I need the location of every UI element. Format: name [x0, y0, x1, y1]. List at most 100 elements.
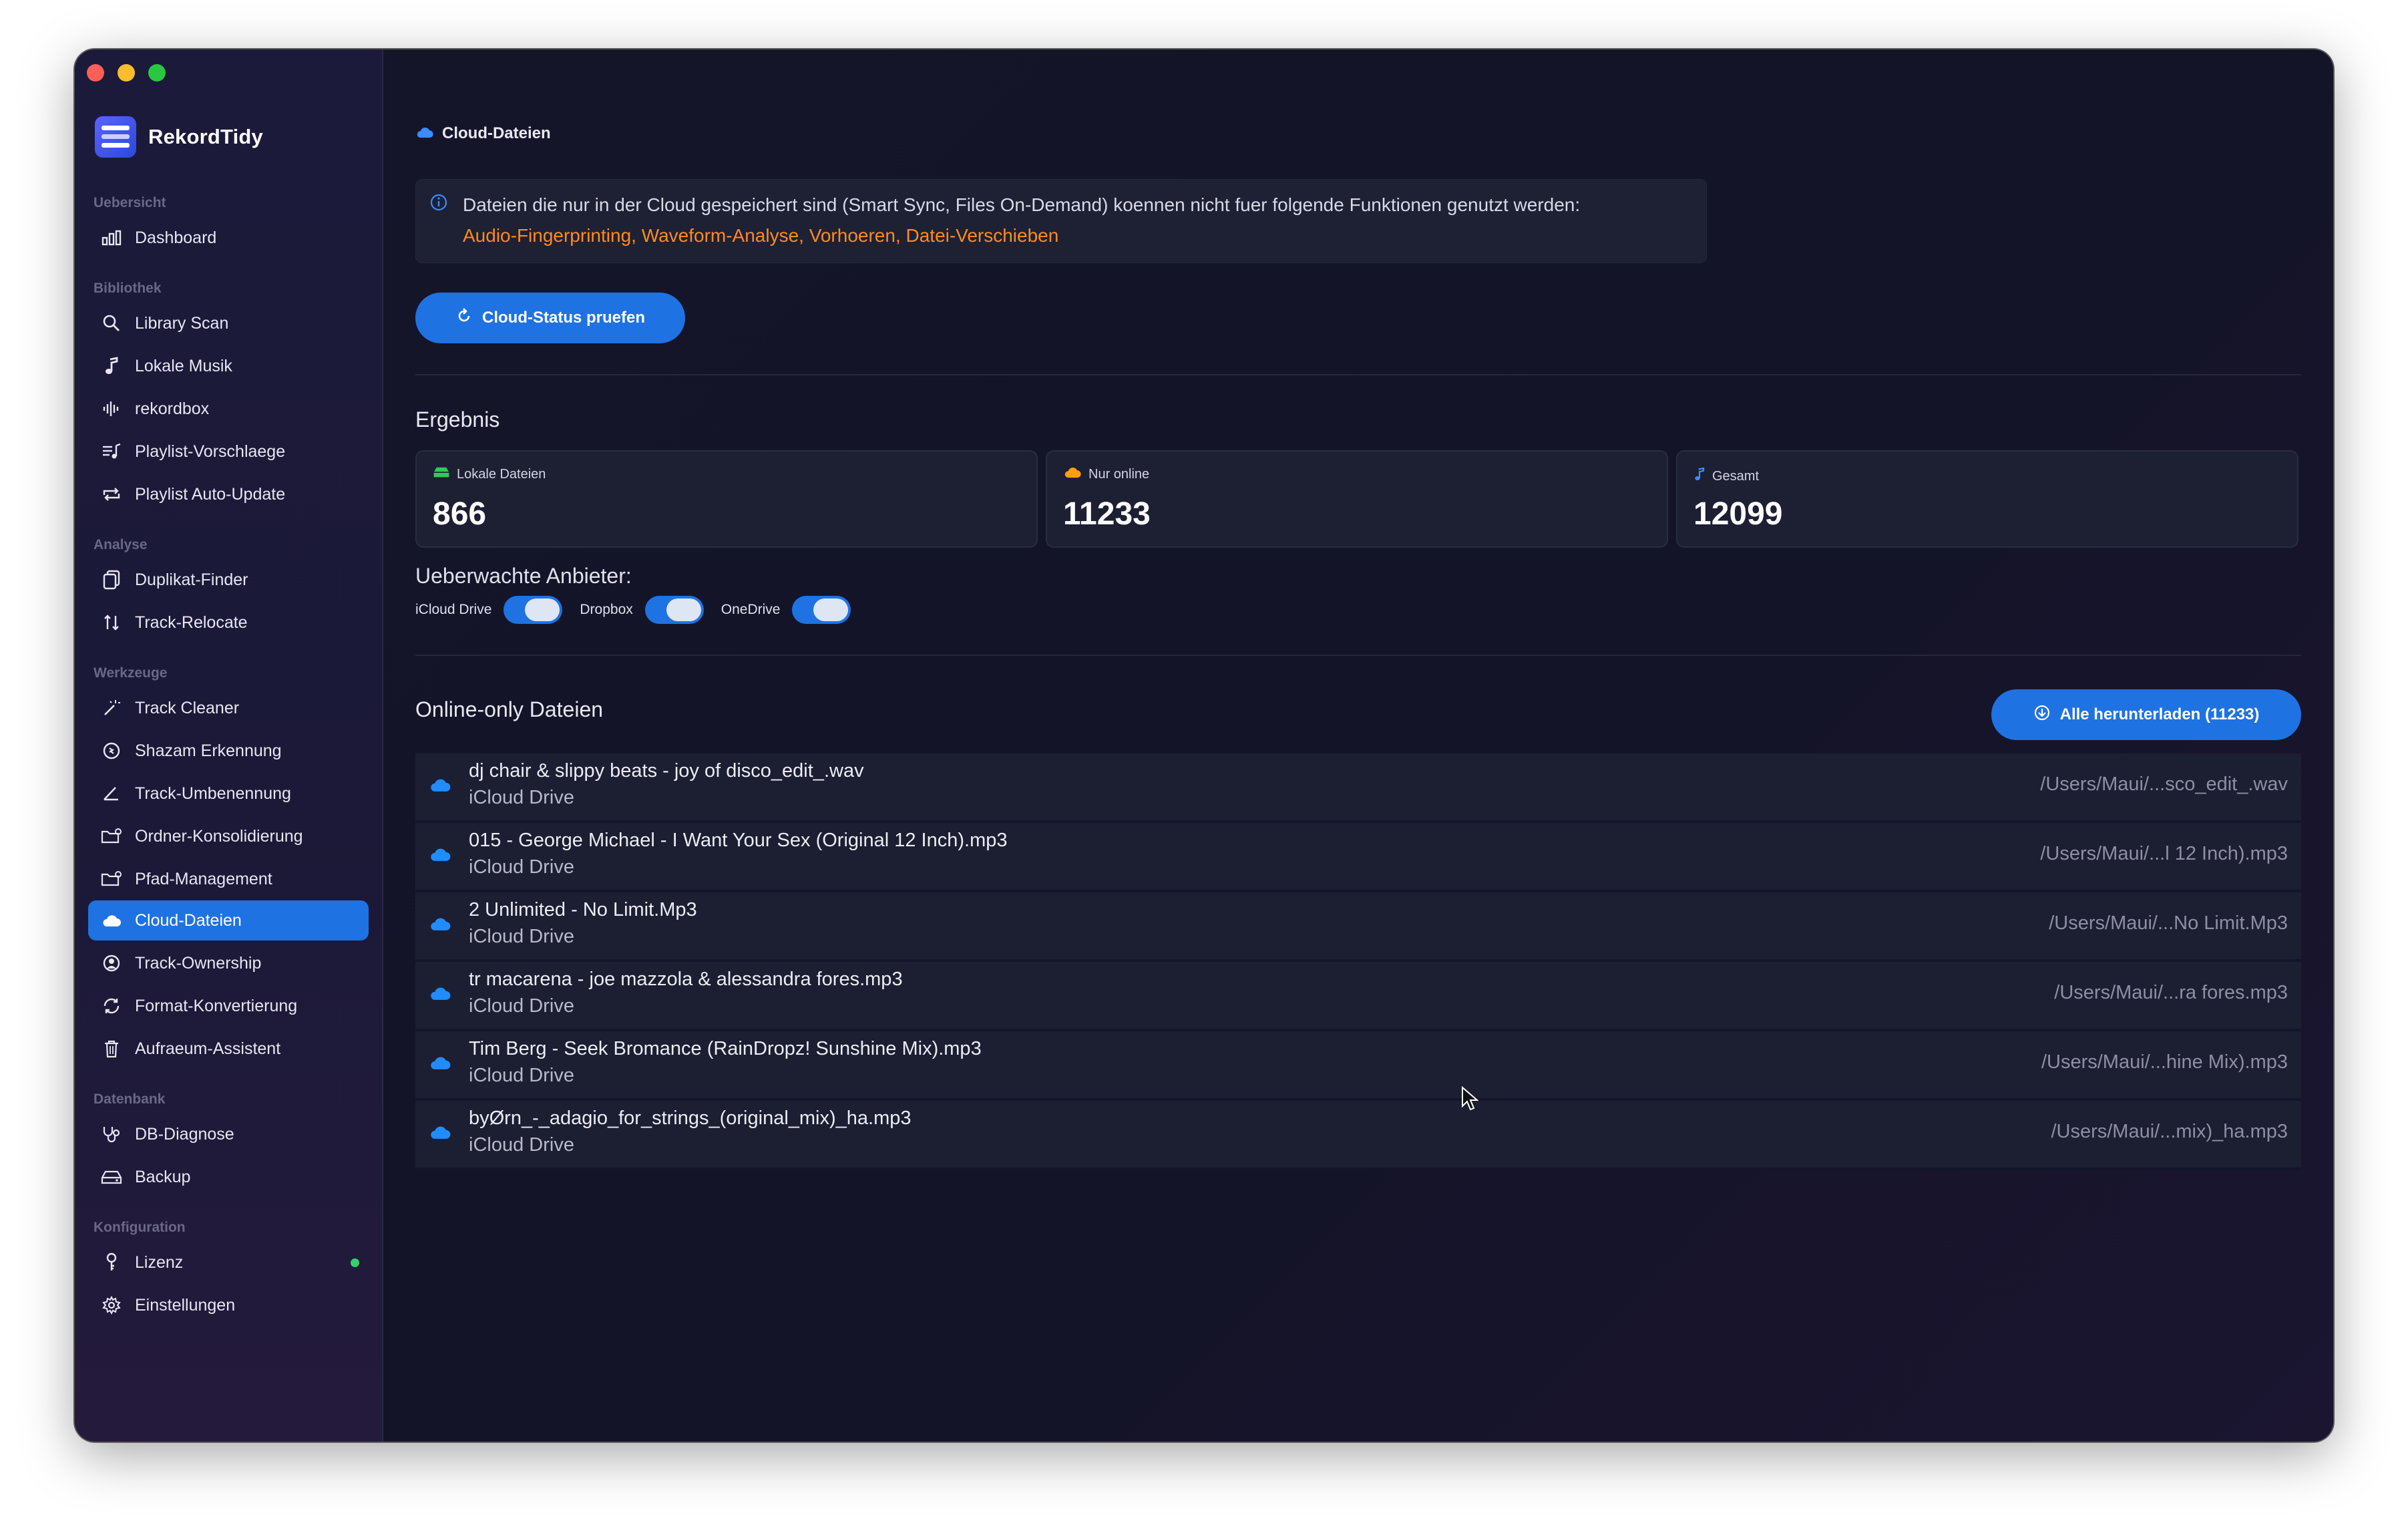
sidebar-item-label: Cloud-Dateien [135, 910, 242, 930]
file-path: /Users/Maui/...sco_edit_.wav [2040, 774, 2288, 795]
person-circle-icon [100, 952, 123, 975]
pencil-angle-icon [100, 782, 123, 805]
cloud-icon [415, 124, 434, 143]
sidebar-item-label: Duplikat-Finder [135, 570, 248, 589]
stat-value: 12099 [1693, 496, 1783, 532]
file-path: /Users/Maui/...mix)_ha.mp3 [2051, 1121, 2288, 1142]
file-provider: iCloud Drive [469, 995, 574, 1017]
sidebar-item-duplikat-finder[interactable]: Duplikat-Finder [88, 560, 369, 600]
magnifier-icon [100, 312, 123, 335]
drive-icon [100, 1166, 123, 1188]
file-path: /Users/Maui/...hine Mix).mp3 [2041, 1051, 2288, 1073]
sidebar-item-ordner-konsolidierung[interactable]: Ordner-Konsolidierung [88, 816, 369, 856]
cloud-icon [429, 1055, 451, 1073]
sidebar-item-format-konvertierung[interactable]: Format-Konvertierung [88, 986, 369, 1026]
sidebar-item-track-umbenennung[interactable]: Track-Umbenennung [88, 774, 369, 814]
sidebar-item-label: Library Scan [135, 313, 229, 333]
sidebar-item-playlist-auto-update[interactable]: Playlist Auto-Update [88, 474, 369, 514]
minimize-window-button[interactable] [118, 64, 135, 81]
sidebar-item-label: Lizenz [135, 1252, 184, 1272]
stat-label: Nur online [1088, 466, 1150, 482]
zoom-window-button[interactable] [148, 64, 166, 81]
stethoscope-icon [100, 1123, 123, 1146]
onedrive-toggle[interactable] [792, 596, 851, 624]
sidebar-item-track-ownership[interactable]: Track-Ownership [88, 943, 369, 983]
magic-wand-icon [100, 697, 123, 719]
gear-icon [100, 1294, 123, 1317]
sidebar-item-lizenz[interactable]: Lizenz [88, 1242, 369, 1282]
breadcrumb: Cloud-Dateien [415, 124, 551, 143]
nav-section-title: Konfiguration [93, 1220, 186, 1235]
cloud-icon [1063, 466, 1082, 482]
sidebar-item-label: Playlist-Vorschlaege [135, 442, 286, 461]
file-path: /Users/Maui/...l 12 Inch).mp3 [2040, 843, 2288, 864]
sidebar-item-dashboard[interactable]: Dashboard [88, 218, 369, 258]
providers-heading: Ueberwachte Anbieter: [415, 564, 632, 588]
list-item[interactable]: dj chair & slippy beats - joy of disco_e… [415, 753, 2301, 823]
file-provider: iCloud Drive [469, 856, 574, 878]
dropbox-toggle[interactable] [644, 596, 704, 624]
brand: RekordTidy [95, 116, 263, 158]
close-window-button[interactable] [87, 64, 104, 81]
list-item[interactable]: Tim Berg - Seek Bromance (RainDropz! Sun… [415, 1031, 2301, 1101]
sidebar-item-track-relocate[interactable]: Track-Relocate [88, 603, 369, 643]
folder-gear-icon [100, 868, 123, 890]
main-content: Cloud-Dateien Dateien die nur in der Clo… [383, 49, 2333, 1441]
sidebar-item-cloud-dateien[interactable]: Cloud-Dateien [88, 900, 369, 940]
cloud-icon [429, 778, 451, 796]
waveform-icon [100, 397, 123, 420]
sidebar-item-label: Track-Umbenennung [135, 784, 291, 803]
list-item[interactable]: 015 - George Michael - I Want Your Sex (… [415, 823, 2301, 892]
online-files-list: dj chair & slippy beats - joy of disco_e… [415, 753, 2301, 1170]
online-files-heading: Online-only Dateien [415, 697, 604, 721]
sidebar-item-library-scan[interactable]: Library Scan [88, 303, 369, 343]
cloud-icon [429, 847, 451, 865]
folder-gear-icon [100, 825, 123, 848]
file-name: tr macarena - joe mazzola & alessandra f… [469, 969, 903, 990]
stat-label: Gesamt [1712, 468, 1760, 484]
bar-chart-icon [100, 226, 123, 249]
sidebar-item-label: Pfad-Management [135, 869, 272, 888]
window-controls [87, 64, 166, 81]
sidebar-item-aufraeum-assistent[interactable]: Aufraeum-Assistent [88, 1029, 369, 1069]
sidebar-item-lokale-musik[interactable]: Lokale Musik [88, 346, 369, 386]
shazam-icon [100, 739, 123, 762]
sidebar-item-label: Einstellungen [135, 1295, 236, 1315]
file-name: Tim Berg - Seek Bromance (RainDropz! Sun… [469, 1038, 982, 1059]
check-cloud-status-label: Cloud-Status pruefen [482, 309, 645, 327]
sidebar-item-backup[interactable]: Backup [88, 1157, 369, 1197]
sidebar-item-label: Playlist Auto-Update [135, 484, 286, 504]
music-note-icon [100, 355, 123, 377]
result-heading: Ergebnis [415, 407, 500, 432]
sidebar-item-shazam-erkennung[interactable]: Shazam Erkennung [88, 731, 369, 771]
drive-icon [433, 466, 450, 482]
sidebar-item-einstellungen[interactable]: Einstellungen [88, 1285, 369, 1325]
nav-section-title: Analyse [93, 537, 148, 552]
list-item[interactable]: byØrn_-_adagio_for_strings_(original_mix… [415, 1101, 2301, 1170]
music-note-icon [1693, 466, 1705, 486]
file-name: byØrn_-_adagio_for_strings_(original_mix… [469, 1107, 912, 1129]
info-features: Audio-Fingerprinting, Waveform-Analyse, … [463, 225, 1059, 246]
sidebar-item-rekordbox[interactable]: rekordbox [88, 389, 369, 429]
provider-toggles: iCloud Drive Dropbox OneDrive [415, 596, 868, 624]
sidebar-item-label: Format-Konvertierung [135, 996, 298, 1015]
file-provider: iCloud Drive [469, 1065, 574, 1086]
list-item[interactable]: 2 Unlimited - No Limit.Mp3 iCloud Drive … [415, 892, 2301, 962]
sidebar-item-pfad-management[interactable]: Pfad-Management [88, 859, 369, 899]
sidebar-item-label: Track-Relocate [135, 613, 248, 632]
stat-value: 11233 [1063, 496, 1151, 532]
file-path: /Users/Maui/...No Limit.Mp3 [2049, 912, 2288, 934]
list-item[interactable]: tr macarena - joe mazzola & alessandra f… [415, 962, 2301, 1031]
provider-label: iCloud Drive [415, 602, 492, 617]
stat-card-total: Gesamt 12099 [1676, 450, 2298, 548]
sidebar-item-db-diagnose[interactable]: DB-Diagnose [88, 1114, 369, 1154]
mouse-pointer-icon [1461, 1085, 1479, 1115]
check-cloud-status-button[interactable]: Cloud-Status pruefen [415, 293, 685, 343]
sidebar-item-playlist-vorschlaege[interactable]: Playlist-Vorschlaege [88, 432, 369, 472]
icloud-toggle[interactable] [504, 596, 563, 624]
sidebar-item-label: Lokale Musik [135, 356, 232, 375]
sidebar-item-track-cleaner[interactable]: Track Cleaner [88, 688, 369, 728]
download-all-button[interactable]: Alle herunterladen (11233) [1991, 689, 2301, 740]
file-name: dj chair & slippy beats - joy of disco_e… [469, 760, 864, 782]
file-name: 2 Unlimited - No Limit.Mp3 [469, 899, 697, 920]
